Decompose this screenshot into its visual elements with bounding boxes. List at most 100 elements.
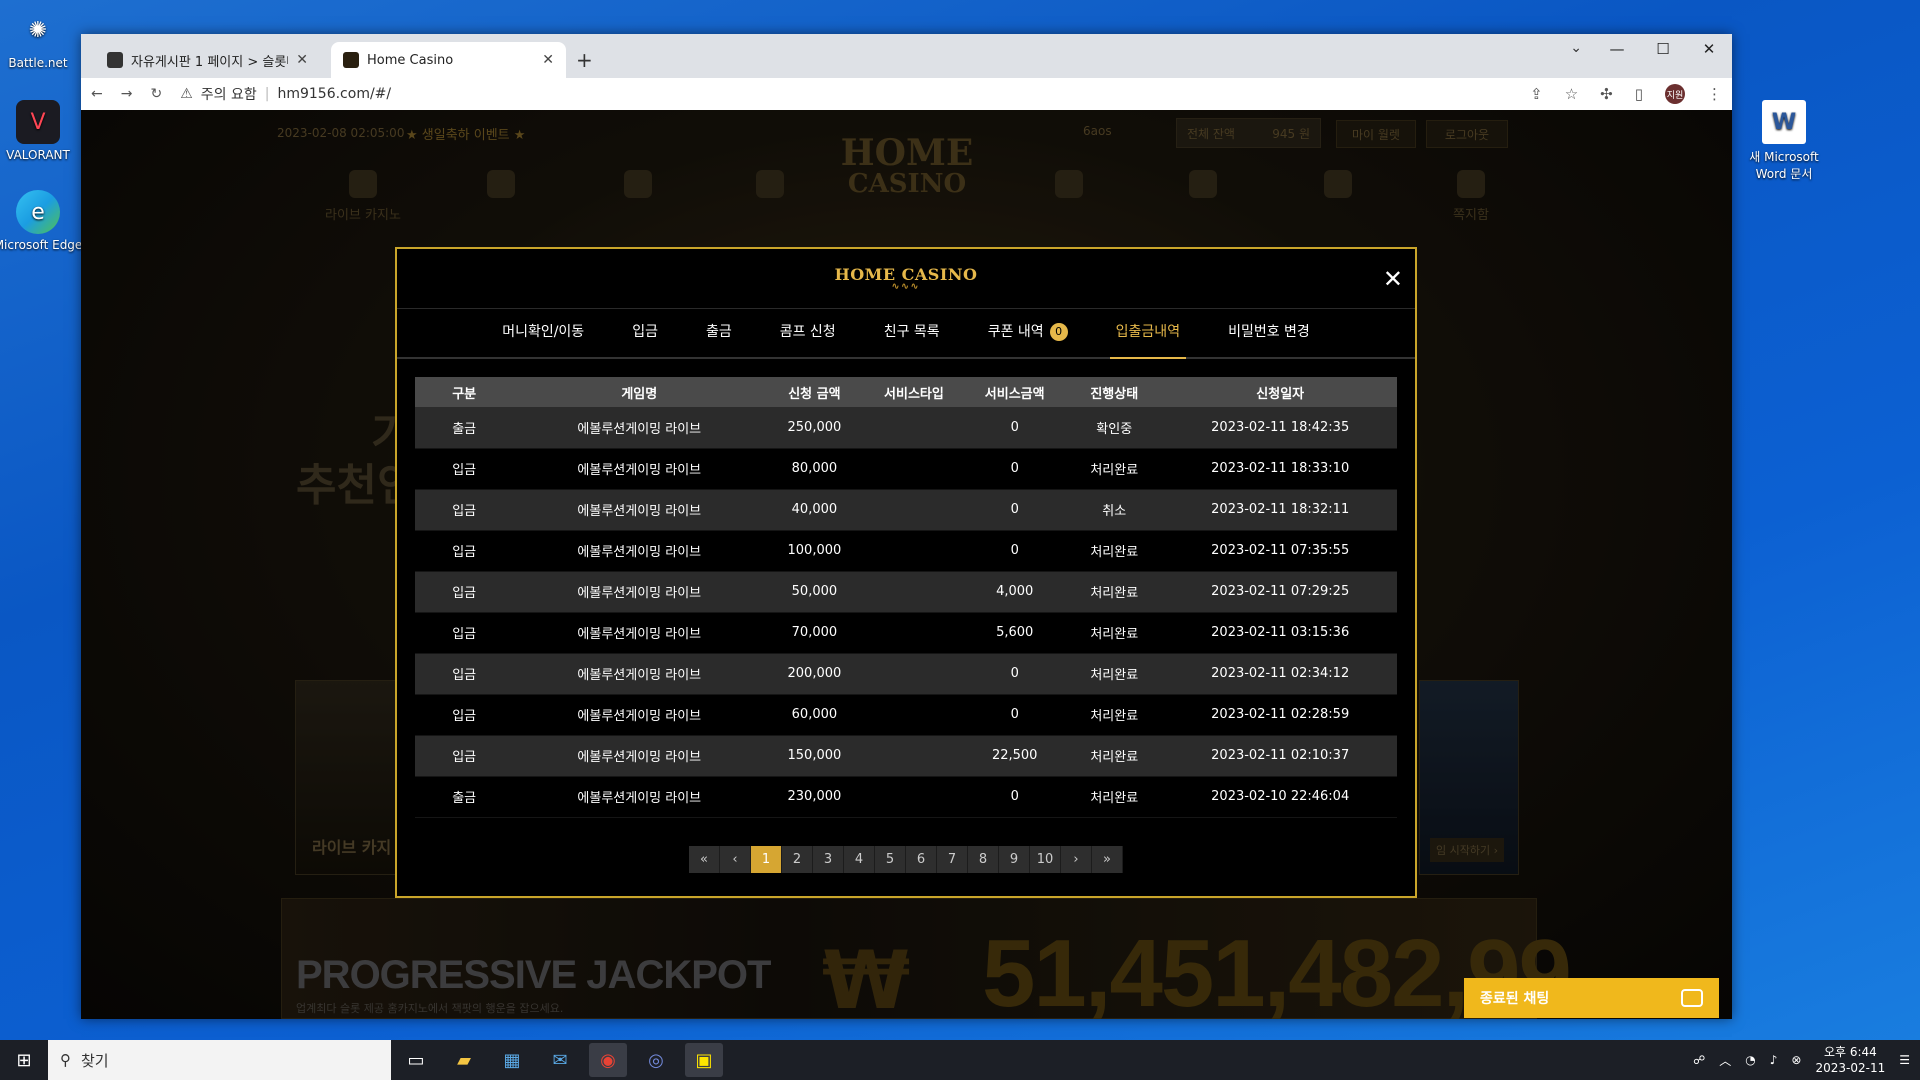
page-button[interactable]: 6	[906, 845, 937, 873]
profile-avatar[interactable]: 지원	[1665, 84, 1685, 104]
start-game-button[interactable]: 임 시작하기 ›	[1430, 838, 1504, 862]
table-cell: 2023-02-11 03:15:36	[1163, 612, 1397, 654]
table-cell: 에볼루션게이밍 라이브	[513, 571, 766, 613]
desktop-icon-edge[interactable]: e Microsoft Edge	[0, 190, 83, 252]
nav-messages[interactable]: 쪽지함	[1441, 170, 1501, 223]
task-view-icon[interactable]: ▭	[397, 1043, 435, 1077]
close-tab-icon[interactable]: ✕	[296, 52, 308, 68]
tab-deposit[interactable]: 입금	[608, 309, 682, 357]
tab-withdraw[interactable]: 출금	[682, 309, 756, 357]
table-cell: 22,500	[964, 735, 1066, 777]
chrome-icon[interactable]: ◉	[589, 1043, 627, 1077]
close-icon[interactable]: ✕	[1383, 265, 1403, 293]
column-header: 신청일자	[1163, 377, 1397, 407]
tab-comp[interactable]: 콤프 신청	[756, 309, 860, 357]
event-banner-link[interactable]: ★ 생일축하 이벤트 ★	[406, 124, 525, 143]
column-header: 진행상태	[1065, 377, 1164, 407]
desktop-icon-word[interactable]: W 새 Microsoft Word 문서	[1739, 100, 1829, 182]
tab-change-password[interactable]: 비밀번호 변경	[1204, 309, 1334, 357]
page-button[interactable]: »	[1092, 845, 1123, 873]
nav-slot[interactable]	[476, 170, 526, 204]
taskbar-search[interactable]: ⚲ 찾기	[48, 1040, 391, 1080]
page-button[interactable]: 7	[937, 845, 968, 873]
nav-deposit[interactable]	[1044, 170, 1094, 204]
page-button[interactable]: 2	[782, 845, 813, 873]
clock[interactable]: 오후 6:44 2023-02-11	[1815, 1044, 1885, 1076]
nav-exchange[interactable]	[1313, 170, 1363, 204]
coupon-count-badge: 0	[1049, 323, 1068, 341]
table-cell	[863, 612, 965, 654]
tab-transaction-history[interactable]: 입출금내역	[1109, 309, 1187, 359]
security-warning[interactable]: 주의 요함	[201, 84, 257, 104]
nav-withdraw[interactable]	[1178, 170, 1228, 204]
close-tab-icon[interactable]: ✕	[542, 52, 554, 68]
forward-icon[interactable]: →	[121, 86, 133, 102]
chevron-up-icon[interactable]: ︿	[1719, 1052, 1731, 1069]
page-button[interactable]: 1	[751, 845, 782, 873]
table-cell: 0	[964, 530, 1066, 572]
people-icon[interactable]: ☍	[1693, 1053, 1705, 1067]
page-button[interactable]: 8	[968, 845, 999, 873]
menu-kebab-icon[interactable]: ⋮	[1707, 85, 1722, 103]
bookmark-star-icon[interactable]: ☆	[1565, 85, 1578, 103]
windows-start-icon[interactable]: ⊞	[0, 1040, 48, 1080]
page-button[interactable]: ›	[1061, 845, 1092, 873]
desktop-icon-battlenet[interactable]: ✺ Battle.net	[0, 8, 83, 71]
modal-logo: HOME CASINO ∿∿∿	[835, 265, 978, 292]
network-icon[interactable]: ◔	[1745, 1053, 1755, 1067]
tab-community[interactable]: 자유게시판 1 페이지 > 슬롯나라 ✕	[95, 42, 320, 78]
column-header: 구분	[415, 377, 514, 407]
ball-icon	[624, 170, 652, 198]
table-cell: 2023-02-11 07:29:25	[1163, 571, 1397, 613]
table-cell: 0	[964, 653, 1066, 695]
table-cell: 입금	[415, 530, 514, 572]
edge-icon: e	[16, 190, 60, 234]
minimize-icon[interactable]: —	[1594, 34, 1640, 64]
page-button[interactable]: 4	[844, 845, 875, 873]
page-button[interactable]: 5	[875, 845, 906, 873]
url-text[interactable]: hm9156.com/#/	[277, 86, 391, 102]
page-button[interactable]: «	[689, 845, 720, 873]
nav-minigame[interactable]	[745, 170, 795, 204]
page-button[interactable]: 10	[1030, 845, 1061, 873]
table-cell: 2023-02-11 02:10:37	[1163, 735, 1397, 777]
new-tab-button[interactable]: +	[576, 48, 593, 72]
back-icon[interactable]: ←	[91, 86, 103, 102]
page-button[interactable]: ‹	[720, 845, 751, 873]
notification-icon[interactable]: ☰	[1899, 1053, 1910, 1067]
share-icon[interactable]: ⇪	[1530, 85, 1543, 103]
table-cell: 2023-02-10 22:46:04	[1163, 776, 1397, 818]
live-casino-card[interactable]: 라이브 카지	[295, 680, 405, 875]
logout-button[interactable]: 로그아웃	[1426, 120, 1508, 148]
discord-icon[interactable]: ◎	[637, 1043, 675, 1077]
tab-coupons[interactable]: 쿠폰 내역 0	[964, 309, 1092, 357]
desktop-icon-valorant[interactable]: V VALORANT	[0, 100, 83, 162]
table-cell: 입금	[415, 653, 514, 695]
nav-live-casino[interactable]: 라이브 카지노	[313, 170, 413, 223]
page-button[interactable]: 9	[999, 845, 1030, 873]
mail-app-icon[interactable]: ✉	[541, 1043, 579, 1077]
warning-icon[interactable]: ⚠	[180, 86, 193, 102]
tab-friends[interactable]: 친구 목록	[860, 309, 964, 357]
tab-home-casino[interactable]: Home Casino ✕	[331, 42, 566, 78]
file-explorer-icon[interactable]: ▰	[445, 1043, 483, 1077]
maximize-icon[interactable]: ☐	[1640, 34, 1686, 64]
omnibox[interactable]: ⚠ 주의 요함 | hm9156.com/#/	[180, 81, 1512, 107]
nav-sports[interactable]	[613, 170, 663, 204]
store-icon[interactable]: ▦	[493, 1043, 531, 1077]
ime-icon[interactable]: ⊗	[1791, 1053, 1801, 1067]
extensions-icon[interactable]: ✣	[1600, 85, 1613, 103]
page-button[interactable]: 3	[813, 845, 844, 873]
tab-search-icon[interactable]: ⌄	[1570, 40, 1582, 56]
game-card[interactable]: 임 시작하기 ›	[1419, 680, 1519, 875]
close-window-icon[interactable]: ✕	[1686, 34, 1732, 64]
mypage-button[interactable]: 마이 월렛	[1336, 120, 1416, 148]
chat-widget[interactable]: 종료된 채팅	[1464, 978, 1719, 1018]
tab-money-check[interactable]: 머니확인/이동	[478, 309, 608, 357]
side-panel-icon[interactable]: ▯	[1635, 85, 1643, 103]
reload-icon[interactable]: ↻	[150, 86, 162, 102]
volume-icon[interactable]: ♪	[1770, 1053, 1778, 1067]
table-cell: 150,000	[765, 735, 864, 777]
clock-date: 2023-02-11	[1815, 1061, 1886, 1075]
kakaotalk-icon[interactable]: ▣	[685, 1043, 723, 1077]
